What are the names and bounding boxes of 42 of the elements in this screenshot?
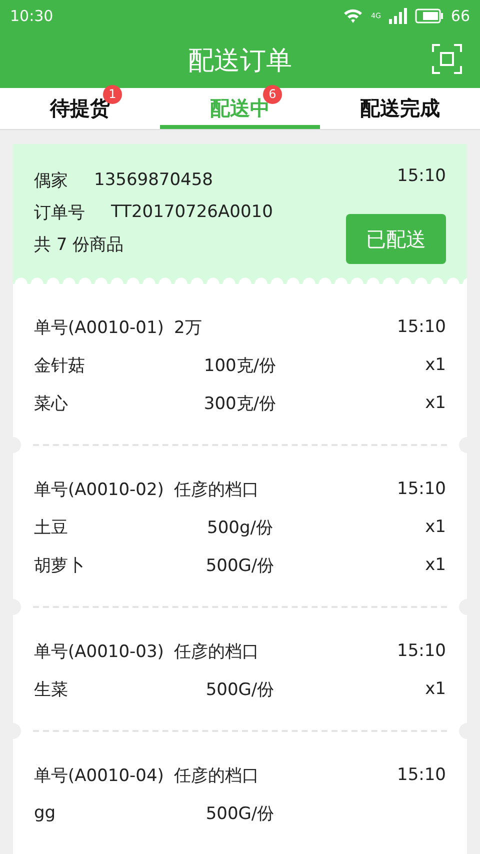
phone-number: 13569870458 xyxy=(94,170,213,190)
product-name: 土豆 xyxy=(34,516,69,538)
sub-order-number: 单号(A0010-04) xyxy=(34,764,164,786)
product-quantity: x1 xyxy=(425,517,446,537)
product-spec: 500G/份 xyxy=(206,554,274,576)
status-time: 10:30 xyxy=(10,7,54,25)
product-spec: 500g/份 xyxy=(207,516,273,538)
scan-button[interactable] xyxy=(432,44,462,74)
sub-order-time: 15:10 xyxy=(397,641,446,661)
product-name: 胡萝卜 xyxy=(34,554,86,576)
order-time: 15:10 xyxy=(397,165,446,188)
shop-name: 任彦的档口 xyxy=(174,640,259,662)
product-name: 金针菇 xyxy=(34,354,86,376)
sub-order-number: 单号(A0010-03) xyxy=(34,640,164,662)
product-spec: 100克/份 xyxy=(204,354,276,376)
shop-name: 任彦的档口 xyxy=(174,478,259,500)
page-title: 配送订单 xyxy=(188,44,292,78)
product-name: gg xyxy=(34,803,57,823)
sub-order-time: 15:10 xyxy=(397,317,446,337)
product-quantity: x1 xyxy=(425,679,446,699)
battery-icon xyxy=(414,8,443,24)
product-name: 菜心 xyxy=(34,392,69,414)
customer-name: 偶家 xyxy=(34,170,68,192)
sub-order-time: 15:10 xyxy=(397,765,446,785)
product-quantity: x1 xyxy=(425,355,446,375)
product-quantity: x1 xyxy=(425,393,446,413)
wifi-icon xyxy=(343,8,364,24)
product-spec: 500G/份 xyxy=(206,802,274,824)
sub-order-number: 单号(A0010-01) xyxy=(34,316,164,338)
sub-order-time: 15:10 xyxy=(397,479,446,499)
shop-name: 任彦的档口 xyxy=(174,764,259,786)
order-number: TT20170726A0010 xyxy=(111,202,273,222)
product-spec: 300克/份 xyxy=(204,392,276,414)
sub-order-number: 单号(A0010-02) xyxy=(34,478,164,500)
battery-level: 66 xyxy=(450,7,470,25)
product-spec: 500G/份 xyxy=(206,678,274,700)
product-name: 生菜 xyxy=(34,678,69,700)
item-count: 共 7 份商品 xyxy=(34,234,124,256)
order-label: 订单号 xyxy=(34,202,85,224)
signal-icon xyxy=(388,8,407,24)
product-quantity: x1 xyxy=(425,555,446,575)
shop-name: 2万 xyxy=(174,316,202,338)
